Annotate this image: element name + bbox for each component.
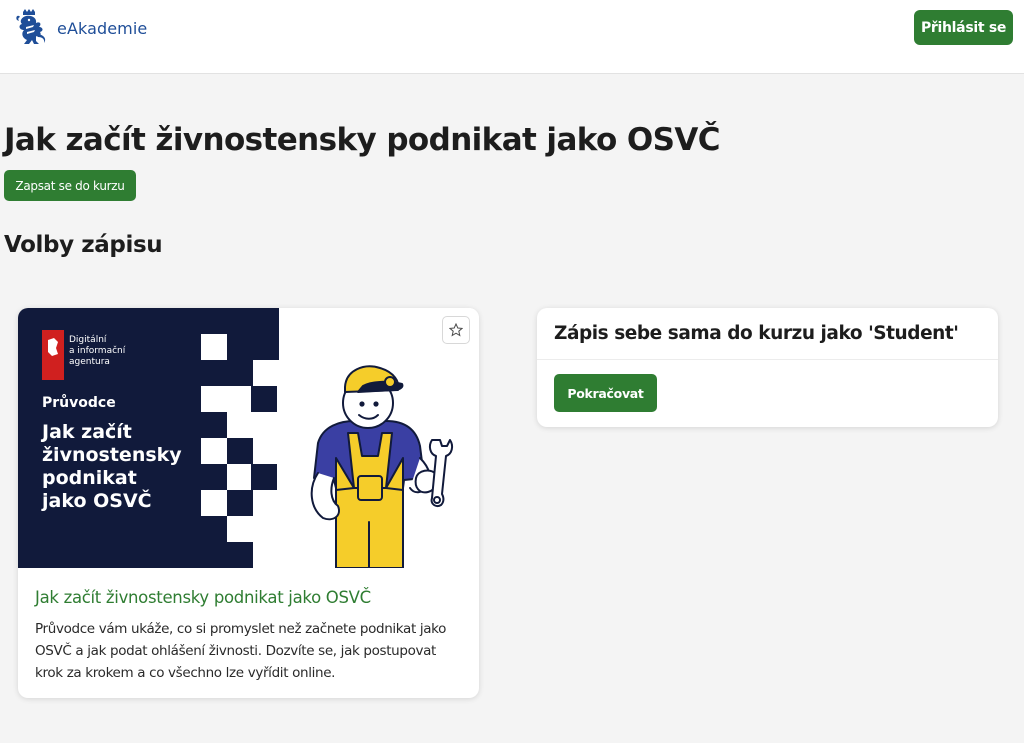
continue-button[interactable]: Pokračovat (554, 374, 657, 412)
site-logo-link[interactable]: eAkademie (14, 8, 147, 48)
agency-name-line2: a informační (69, 345, 126, 356)
enrol-course-button[interactable]: Zapsat se do kurzu (4, 170, 136, 201)
course-card[interactable]: Digitální a informační agentura Průvodce… (18, 308, 479, 698)
section-title-enrolment-options: Volby zápisu (4, 232, 163, 258)
course-description: Průvodce vám ukáže, co si promyslet než … (35, 621, 447, 681)
self-enrolment-card: Zápis sebe sama do kurzu jako 'Student' … (537, 308, 998, 427)
cover-headline-line3: podnikat (42, 467, 137, 489)
divider (537, 359, 998, 360)
favourite-star-button[interactable] (442, 316, 470, 344)
agency-name-line3: agentura (69, 357, 110, 367)
login-button[interactable]: Přihlásit se (914, 10, 1013, 45)
agency-name-line1: Digitální (69, 335, 107, 345)
site-name: eAkademie (57, 18, 148, 38)
course-title-link[interactable]: Jak začít živnostensky podnikat jako OSV… (35, 588, 371, 607)
cover-headline-line4: jako OSVČ (41, 488, 152, 512)
cover-headline-line2: živnostensky (42, 444, 182, 466)
top-navbar: eAkademie Přihlásit se (0, 0, 1024, 74)
course-cover-image: Digitální a informační agentura Průvodce… (18, 308, 479, 568)
self-enrolment-title: Zápis sebe sama do kurzu jako 'Student' (554, 323, 959, 344)
star-icon (449, 323, 463, 337)
czech-lion-icon (16, 9, 46, 44)
cover-kicker: Průvodce (42, 394, 116, 411)
page-title: Jak začít živnostensky podnikat jako OSV… (4, 122, 720, 158)
cover-headline-line1: Jak začít (40, 421, 132, 443)
